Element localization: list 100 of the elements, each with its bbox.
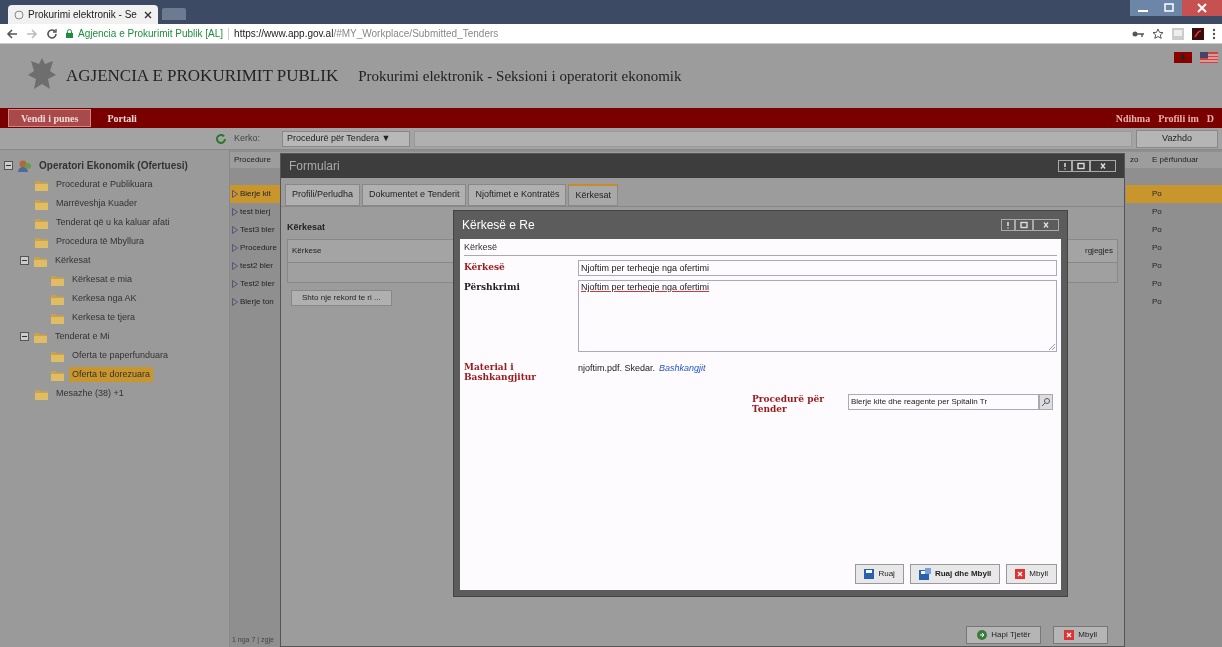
tab[interactable]: Profili/Perludha [285,184,361,206]
button[interactable]: Hapi Tjetër [966,626,1042,644]
dialog-title: Kërkesë e Re [462,217,535,234]
table-cell: test2 bler [240,260,273,272]
triangle-icon [232,190,238,198]
grid-row-cell[interactable]: Bierje kit [230,185,280,203]
column-header: zo [1129,154,1140,166]
search-label: Kerko: [233,131,261,145]
back-arrow-icon[interactable] [6,27,18,40]
search-icon[interactable] [1039,394,1053,410]
tab[interactable]: Dokumentet e Tenderit [362,184,467,206]
url-text: https://www.app.gov.al/#MY_Workplace/Submitted_Tenders [234,27,499,41]
site-name: Agjencia e Prokurimit Publik [AL] [78,27,224,41]
close-icon[interactable] [1033,219,1059,231]
grid-row-cell[interactable]: Test2 bler [230,275,280,293]
tree-item[interactable]: Oferta te paperfunduara [69,347,172,364]
table-cell-text: Po [1151,260,1163,272]
star-icon[interactable] [1152,27,1164,40]
tree-item[interactable]: Kerkesa nga AK [69,290,140,307]
button[interactable]: Ruaj dhe Mbyll [909,564,1001,584]
collapse-icon[interactable] [20,256,29,265]
key-icon[interactable] [1132,29,1144,38]
arrow-circle-icon [977,630,988,640]
grid-row-cell[interactable]: test bierj [230,203,280,221]
close-icon[interactable] [1182,0,1222,16]
tree-item[interactable]: Kërkesat [52,252,94,269]
category-dropdown[interactable]: Procedurë për Tendera ▼ [282,130,410,147]
agency-title: AGJENCIA E PROKURIMIT PUBLIK [66,65,339,88]
triangle-icon [232,226,238,234]
flag-icon[interactable] [1200,52,1218,63]
table-cell-text: Po [1151,224,1163,236]
go-button[interactable]: Vazhdo [1136,129,1218,148]
tree-item[interactable]: Marrëveshja Kuader [53,195,141,212]
menu-icon[interactable] [1212,27,1216,40]
grid-row-cell[interactable]: test2 bler [230,257,280,275]
close-icon [1015,569,1026,579]
tree-item[interactable]: Kerkesa te tjera [69,309,139,326]
column-header: Procedure [233,154,272,166]
column-header: E përfunduar [1152,154,1200,166]
collapse-icon[interactable] [4,161,13,170]
collapse-icon[interactable] [20,332,29,341]
table-cell: Test2 bler [240,278,275,290]
table-cell: Procedure [240,242,277,254]
maximize-icon[interactable] [1072,160,1090,172]
description-textarea[interactable]: Njoftim per terheqje nga ofertimi [578,280,1057,352]
grid-row-cell[interactable]: Procedure [230,239,280,257]
grid-row-cell[interactable]: Test3 bler [230,221,280,239]
tree-item[interactable]: Kërkesat e mia [69,271,136,288]
tree-item[interactable]: Oferta te dorezuara [69,366,154,383]
column-header: rgjegjes [1085,244,1113,257]
globe-icon [14,9,24,20]
nav-link[interactable]: Profili im [1158,110,1199,126]
field-label: Procedurë për Tender [752,394,825,414]
button[interactable]: Ruaj [855,564,904,584]
close-icon[interactable] [1090,160,1116,172]
attach-link[interactable]: Bashkangjit [659,362,706,376]
alert-icon[interactable] [1058,160,1072,172]
triangle-icon [232,298,238,306]
nav-tab[interactable]: Portali [95,109,149,127]
field-label: Kërkesë [464,261,506,272]
field-label: Material i Bashkangjitur [464,361,538,382]
grid-row-cell[interactable]: Blerje ton [230,293,280,311]
table-cell: Bierje kit [240,188,271,200]
pdf-extension-icon[interactable] [1192,27,1204,40]
add-record-button[interactable]: Shto nje rekord te ri ... [291,289,392,306]
field-label: Përshkrimi [464,281,521,292]
browser-tab[interactable]: Prokurimi elektronik - Se [8,5,158,24]
tree-item[interactable]: Tenderat e Mi [52,328,113,345]
nav-link[interactable]: D [1206,110,1214,126]
maximize-icon[interactable] [1015,219,1033,231]
table-cell-text: Po [1151,206,1163,218]
alert-icon[interactable] [1001,219,1015,231]
reload-icon[interactable] [46,27,58,40]
triangle-icon [232,280,238,288]
button[interactable]: Mbyll [1006,564,1057,584]
tab[interactable]: Kërkesat [568,184,618,206]
column-header: Kërkese [292,244,322,257]
section-title: Kërkesë [464,239,1057,256]
button[interactable]: Mbyll [1053,626,1108,644]
close-icon [1064,630,1075,640]
tab[interactable]: Njoftimet e Kontratës [468,184,567,206]
lookup-field[interactable]: Blerje kite dhe reagente per Spitalin Tr [848,394,1039,410]
tree-item[interactable]: Tenderat që u ka kaluar afati [53,214,173,231]
table-cell-text: Po [1151,296,1163,308]
tree-item[interactable]: Operatori Ekonomik (Ofertuesi) [36,157,191,174]
users-icon [17,158,32,173]
resize-grip-icon [1049,344,1055,350]
table-cell: Test3 bler [240,224,275,236]
nav-tab[interactable]: Vendi i punes [8,109,92,127]
minimize-icon[interactable] [1130,0,1156,16]
table-cell-text: Po [1151,242,1163,254]
triangle-icon [232,244,238,252]
table-cell: Po [1126,185,1222,203]
window-title: Formulari [289,158,340,175]
text-field[interactable]: Njoftim per terheqje nga ofertimi [578,260,1057,276]
nav-link[interactable]: Ndihma [1115,110,1151,126]
tree-item[interactable]: Mesazhe (38) +1 [53,385,127,402]
lock-icon [66,29,73,38]
tree-item[interactable]: Procedurat e Publikuara [53,176,156,193]
tree-item[interactable]: Procedura të Mbyllura [53,233,148,250]
